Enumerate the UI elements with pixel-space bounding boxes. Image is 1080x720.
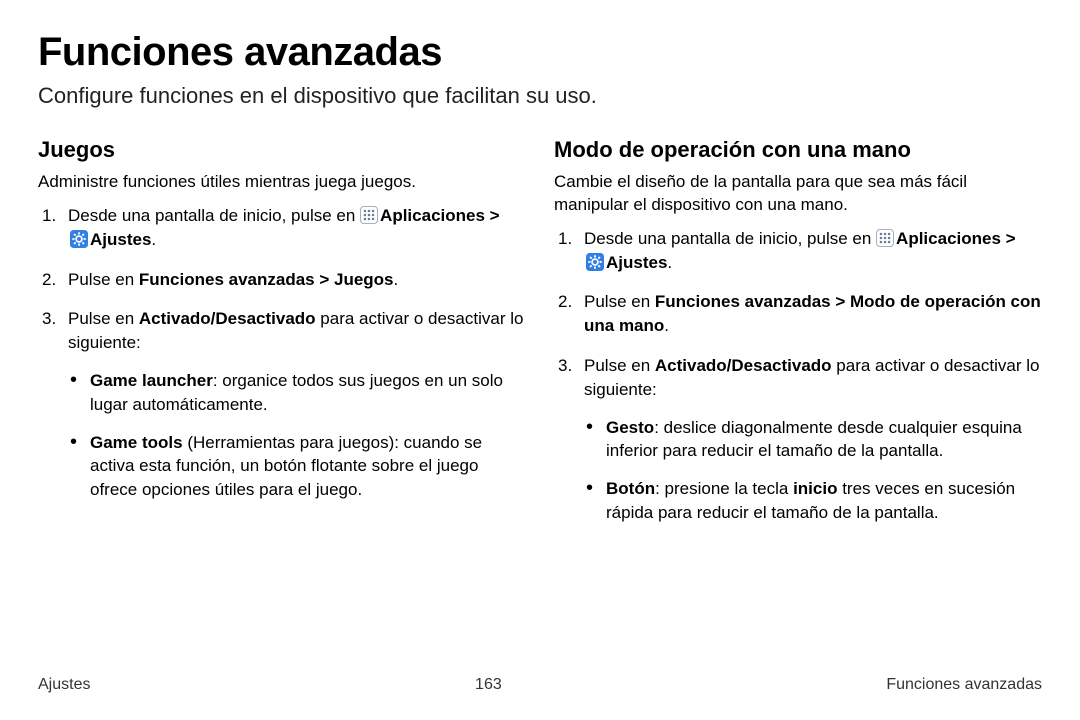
step-text: Pulse en xyxy=(584,292,655,311)
games-desc: Administre funciones útiles mientras jue… xyxy=(38,171,526,194)
apps-label: Aplicaciones xyxy=(896,229,1001,248)
bullet-term: Game tools xyxy=(90,433,183,452)
page-footer: Ajustes 163 Funciones avanzadas xyxy=(38,676,1042,694)
page-subtitle: Configure funciones en el dispositivo qu… xyxy=(38,83,1042,109)
bullet-term: Botón xyxy=(606,479,655,498)
step-text: Pulse en xyxy=(68,309,139,328)
one-handed-bullets: Gesto: deslice diagonalmente desde cualq… xyxy=(584,416,1042,525)
apps-label: Aplicaciones xyxy=(380,206,485,225)
apps-icon xyxy=(360,206,378,224)
one-handed-step-2: Pulse en Funciones avanzadas > Modo de o… xyxy=(554,290,1042,338)
step-end: . xyxy=(667,253,672,272)
games-step-1: Desde una pantalla de inicio, pulse en A… xyxy=(38,204,526,252)
section-games: Juegos Administre funciones útiles mient… xyxy=(38,137,526,541)
bullet-text: : deslice diagonalmente desde cualquier … xyxy=(606,418,1022,461)
step-text: Pulse en xyxy=(68,270,139,289)
separator: > xyxy=(485,206,500,225)
bullet-term: Game launcher xyxy=(90,371,213,390)
step-bold: Activado/Desactivado xyxy=(139,309,316,328)
one-handed-heading: Modo de operación con una mano xyxy=(554,137,1042,163)
step-text: Desde una pantalla de inicio, pulse en xyxy=(584,229,876,248)
one-handed-desc: Cambie el diseño de la pantalla para que… xyxy=(554,171,1042,217)
step-bold: Activado/Desactivado xyxy=(655,356,832,375)
bullet-inline-bold: inicio xyxy=(793,479,837,498)
games-step-2: Pulse en Funciones avanzadas > Juegos. xyxy=(38,268,526,292)
footer-page-number: 163 xyxy=(475,676,502,694)
step-text: Desde una pantalla de inicio, pulse en xyxy=(68,206,360,225)
one-handed-step-3: Pulse en Activado/Desactivado para activ… xyxy=(554,354,1042,525)
step-text: . xyxy=(394,270,399,289)
one-handed-step-1: Desde una pantalla de inicio, pulse en A… xyxy=(554,227,1042,275)
bullet-button: Botón: presione la tecla inicio tres vec… xyxy=(584,477,1042,525)
settings-label: Ajustes xyxy=(606,253,667,272)
step-text: . xyxy=(664,316,669,335)
footer-right: Funciones avanzadas xyxy=(886,676,1042,694)
step-end: . xyxy=(151,230,156,249)
games-step-3: Pulse en Activado/Desactivado para activ… xyxy=(38,307,526,502)
bullet-gesture: Gesto: deslice diagonalmente desde cualq… xyxy=(584,416,1042,464)
gear-icon xyxy=(586,253,604,271)
one-handed-steps: Desde una pantalla de inicio, pulse en A… xyxy=(554,227,1042,525)
bullet-term: Gesto xyxy=(606,418,654,437)
games-heading: Juegos xyxy=(38,137,526,163)
step-text: Pulse en xyxy=(584,356,655,375)
section-one-handed: Modo de operación con una mano Cambie el… xyxy=(554,137,1042,541)
games-bullets: Game launcher: organice todos sus juegos… xyxy=(68,369,526,502)
content-columns: Juegos Administre funciones útiles mient… xyxy=(38,137,1042,541)
settings-label: Ajustes xyxy=(90,230,151,249)
footer-left: Ajustes xyxy=(38,676,90,694)
bullet-game-tools: Game tools (Herramientas para juegos): c… xyxy=(68,431,526,502)
page-title: Funciones avanzadas xyxy=(38,30,1042,75)
bullet-text: : presione la tecla xyxy=(655,479,793,498)
gear-icon xyxy=(70,230,88,248)
games-steps: Desde una pantalla de inicio, pulse en A… xyxy=(38,204,526,502)
step-bold: Funciones avanzadas > Juegos xyxy=(139,270,394,289)
apps-icon xyxy=(876,229,894,247)
separator: > xyxy=(1001,229,1016,248)
bullet-game-launcher: Game launcher: organice todos sus juegos… xyxy=(68,369,526,417)
